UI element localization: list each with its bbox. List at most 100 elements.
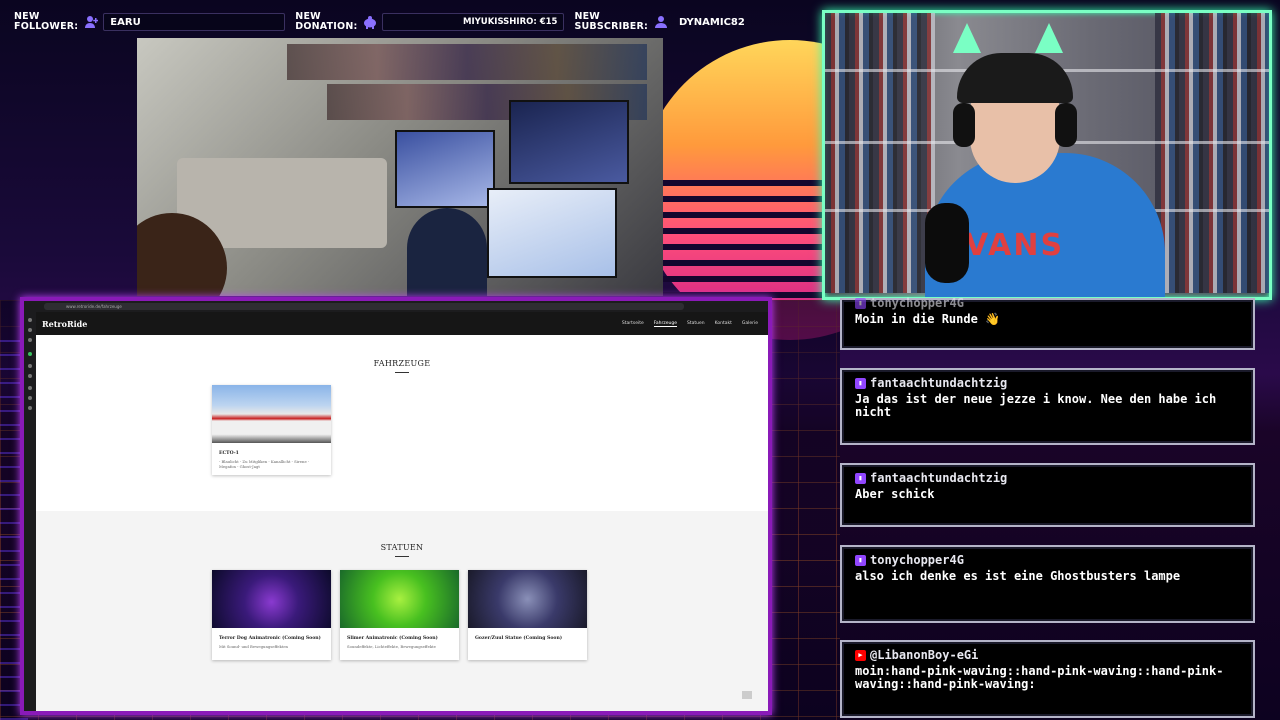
nav-statuen[interactable]: Statuen [687, 321, 705, 327]
nav-fahrzeuge[interactable]: Fahrzeuge [653, 321, 677, 327]
url-bar[interactable]: www.retroride.de/fahrzeuge [44, 303, 684, 310]
sidebar-icon[interactable] [28, 318, 32, 322]
nav-galerie[interactable]: Galerie [742, 321, 758, 327]
card-title: ECTO-1 [219, 451, 239, 456]
statues-section: STATUEN Terror Dog Animatronic (Coming S… [36, 511, 768, 711]
headphones [953, 103, 975, 147]
sidebar-icon[interactable] [28, 406, 32, 410]
card-title: Gozer/Zuul Statue (Coming Soon) [475, 636, 563, 641]
chat-message: ▮ tonychopper4G Moin in die Runde 👋 [840, 296, 1255, 350]
site-content: FAHRZEUGE ECTO-1 - Blaulicht - Zu Mitgli… [36, 335, 768, 711]
shirt-print: VANS [965, 228, 1065, 263]
follower-name-box: EARU [103, 13, 286, 31]
card-subtitle: Mit Sound- und Bewegungseffekten [219, 644, 289, 649]
chat-message: ▶ @LibanonBoy-eGi moin:hand-pink-waving:… [840, 640, 1255, 718]
bookshelf-right [1155, 13, 1269, 293]
slimer-image [340, 570, 459, 628]
vehicles-section-title: FAHRZEUGE [373, 359, 431, 368]
subscriber-alert: NEW SUBSCRIBER: DYNAMIC82 [570, 8, 841, 36]
chat-username: fantaachtundachtzig [870, 471, 1008, 485]
chat-text: Ja das ist der neue jezze i know. Nee de… [855, 392, 1217, 419]
chat-username-row: ▮ tonychopper4G [855, 553, 1240, 567]
sidebar-icon[interactable] [28, 374, 32, 378]
nav-startseite[interactable]: Startseite [622, 321, 644, 327]
shelf [287, 44, 647, 80]
piggy-bank-icon [363, 15, 377, 29]
room-camera-feed [137, 38, 663, 296]
chat-text: Aber schick [855, 487, 935, 501]
site-nav: Startseite Fahrzeuge Statuen Kontakt Gal… [622, 321, 758, 327]
subscriber-label-line2: SUBSCRIBER: [574, 21, 648, 32]
face-camera-feed: VANS [822, 10, 1272, 300]
subscriber-name: DYNAMIC82 [678, 16, 745, 28]
sidebar-icon[interactable] [28, 328, 32, 332]
sidebar-icon[interactable] [28, 352, 32, 356]
microphone [925, 203, 969, 283]
browser-capture: www.retroride.de/fahrzeuge RetroRide Sta… [20, 297, 772, 715]
nav-kontakt[interactable]: Kontakt [715, 321, 732, 327]
chat-message: ▮ fantaachtundachtzig Ja das ist der neu… [840, 368, 1255, 445]
monitor [395, 130, 495, 208]
chat-username: @LibanonBoy-eGi [870, 648, 979, 662]
chat-username-row: ▮ tonychopper4G [855, 296, 1240, 310]
chat-text: moin:hand-pink-waving::hand-pink-waving:… [855, 664, 1224, 691]
chat-username: tonychopper4G [870, 296, 964, 310]
chat-username: fantaachtundachtzig [870, 376, 1008, 390]
card-subtitle [468, 643, 587, 645]
user-plus-icon [84, 15, 99, 29]
youtube-icon: ▶ [855, 649, 866, 661]
twitch-icon: ▮ [855, 377, 866, 389]
section-divider [395, 372, 409, 373]
chat-username-row: ▮ fantaachtundachtzig [855, 376, 1240, 390]
donation-label: NEW DONATION: [291, 12, 361, 32]
user-star-icon [654, 15, 668, 29]
streamer-back [407, 208, 487, 296]
streamer-cap [957, 53, 1073, 103]
gozer-image [468, 570, 587, 628]
statues-section-title: STATUEN [380, 543, 424, 552]
statue-card-slimer[interactable]: Slimer Animatronic (Coming Soon) Soundef… [340, 570, 459, 660]
statue-card-terror-dog[interactable]: Terror Dog Animatronic (Coming Soon) Mit… [212, 570, 331, 660]
cat-ear [953, 23, 981, 53]
sidebar-icon[interactable] [28, 364, 32, 368]
twitch-icon: ▮ [855, 297, 866, 309]
chat-text: also ich denke es ist eine Ghostbusters … [855, 569, 1181, 583]
vehicle-card-ecto1[interactable]: ECTO-1 - Blaulicht - Zu Mitgliken - Kana… [212, 385, 331, 475]
chat-message: ▮ tonychopper4G also ich denke es ist ei… [840, 545, 1255, 623]
follower-alert: NEW FOLLOWER: EARU [0, 8, 286, 36]
sun-stripes [640, 170, 840, 300]
donation-box: MIYUKISSHIRO: €15 [382, 13, 565, 31]
browser-toolbar: www.retroride.de/fahrzeuge [24, 301, 768, 312]
alerts-bar: NEW FOLLOWER: EARU NEW DONATION: MIYUKIS… [0, 8, 820, 36]
chat-text: Moin in die Runde 👋 [855, 312, 1000, 326]
monitor [509, 100, 629, 184]
site-header: RetroRide Startseite Fahrzeuge Statuen K… [36, 312, 768, 335]
donation-alert: NEW DONATION: MIYUKISSHIRO: €15 [291, 8, 565, 36]
chat-message: ▮ fantaachtundachtzig Aber schick [840, 463, 1255, 527]
cat-ear [1035, 23, 1063, 53]
card-subtitle: Soundeffekte, Lichteffekte, Bewegungseff… [347, 644, 436, 649]
monitor [487, 188, 617, 278]
follower-label: NEW FOLLOWER: [0, 12, 82, 32]
sidebar-icon[interactable] [28, 396, 32, 400]
chat-username-row: ▶ @LibanonBoy-eGi [855, 648, 1240, 662]
chat-username: tonychopper4G [870, 553, 964, 567]
subscriber-label: NEW SUBSCRIBER: [570, 12, 652, 32]
card-title: Slimer Animatronic (Coming Soon) [347, 636, 438, 641]
chat-username-row: ▮ fantaachtundachtzig [855, 471, 1240, 485]
site-logo[interactable]: RetroRide [42, 319, 87, 329]
statue-card-gozer[interactable]: Gozer/Zuul Statue (Coming Soon) [468, 570, 587, 660]
ecto1-image [212, 385, 331, 443]
card-title: Terror Dog Animatronic (Coming Soon) [219, 636, 321, 641]
browser-sidebar [24, 312, 36, 711]
headphones [1055, 103, 1077, 147]
card-subtitle: - Blaulicht - Zu Mitgliken - Kanallicht … [219, 459, 310, 469]
twitch-icon: ▮ [855, 472, 866, 484]
scroll-to-top-button[interactable] [742, 691, 752, 699]
terror-dog-image [212, 570, 331, 628]
sidebar-icon[interactable] [28, 338, 32, 342]
sidebar-icon[interactable] [28, 386, 32, 390]
follower-label-line2: FOLLOWER: [14, 21, 79, 32]
donation-text: MIYUKISSHIRO: €15 [463, 17, 558, 27]
follower-name: EARU [110, 16, 141, 28]
